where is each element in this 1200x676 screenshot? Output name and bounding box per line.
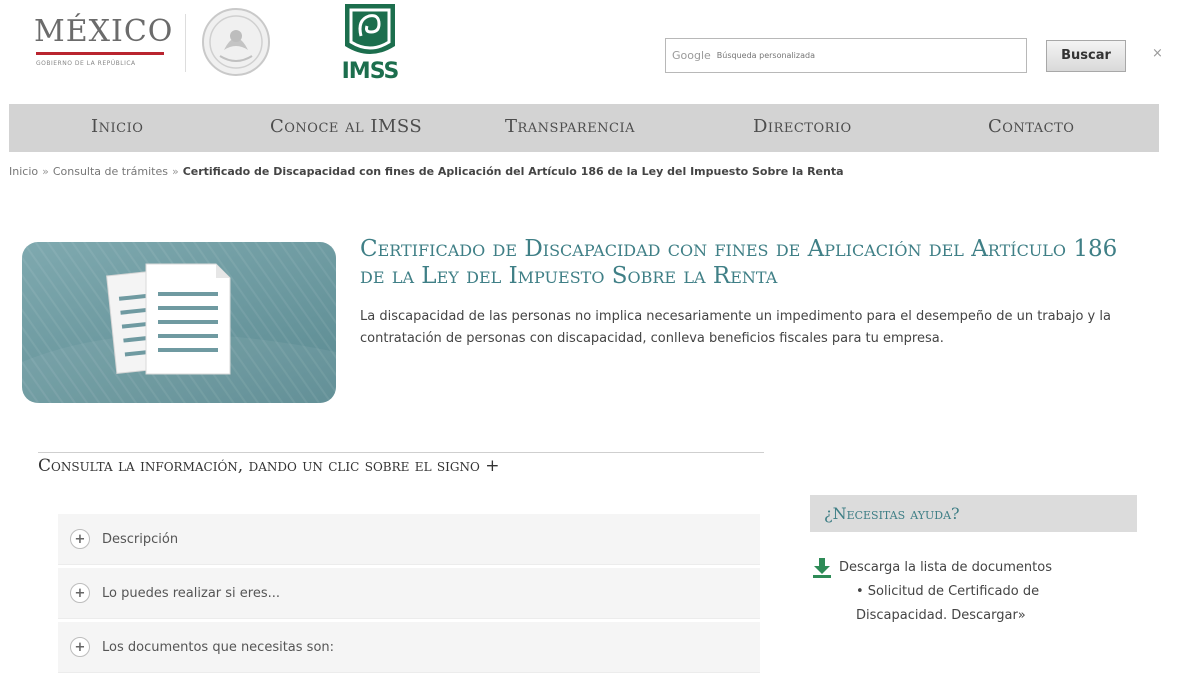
breadcrumb-current: Certificado de Discapacidad con fines de… xyxy=(182,165,844,178)
help-panel: Descarga la lista de documentos • Solici… xyxy=(810,556,1130,628)
accordion-item-lo-puedes[interactable]: + Lo puedes realizar si eres... xyxy=(58,568,760,619)
help-item-solicitud[interactable]: • Solicitud de Certificado de Discapacid… xyxy=(810,580,1130,628)
breadcrumb-separator: » xyxy=(171,165,179,178)
consulta-heading: Consulta la información, dando un clic s… xyxy=(38,456,500,476)
document-icon xyxy=(22,242,336,403)
search-button[interactable]: Buscar xyxy=(1046,40,1126,72)
mexico-wordmark: MÉXICO xyxy=(34,14,174,49)
page-description: La discapacidad de las personas no impli… xyxy=(360,309,1111,346)
breadcrumb-link-consulta[interactable]: Consulta de trámites xyxy=(53,165,168,178)
header-divider xyxy=(185,14,186,72)
hero-image xyxy=(22,242,336,403)
imss-logo[interactable]: IMSS xyxy=(335,2,405,84)
plus-icon[interactable]: + xyxy=(70,583,90,603)
nav-item-conoce[interactable]: Conoce al IMSS xyxy=(270,116,422,137)
page-title: Certificado de Discapacidad con fines de… xyxy=(360,236,1118,289)
nav-item-inicio[interactable]: Inicio xyxy=(91,116,143,137)
accordion-label: Descripción xyxy=(102,531,179,547)
nav-item-contacto[interactable]: Contacto xyxy=(988,116,1074,137)
accordion-label: Los documentos que necesitas son: xyxy=(102,639,335,655)
imss-wordmark: IMSS xyxy=(341,59,400,84)
accordion: + Descripción + Lo puedes realizar si er… xyxy=(58,514,760,676)
download-icon xyxy=(813,558,831,578)
seal-icon xyxy=(202,8,270,76)
nav-item-directorio[interactable]: Directorio xyxy=(753,116,852,137)
mexico-subtitle: GOBIERNO DE LA REPÚBLICA xyxy=(36,60,136,67)
close-icon[interactable]: × xyxy=(1152,46,1163,61)
search-box: Google xyxy=(665,38,1027,73)
plus-icon[interactable]: + xyxy=(70,529,90,549)
accordion-label: Lo puedes realizar si eres... xyxy=(102,585,281,601)
help-heading: ¿Necesitas ayuda? xyxy=(810,495,1137,532)
nav-item-transparencia[interactable]: Transparencia xyxy=(505,116,635,137)
google-label: Google xyxy=(672,49,711,62)
download-label: Descarga la lista de documentos xyxy=(839,560,1052,575)
accordion-item-documentos[interactable]: + Los documentos que necesitas son: xyxy=(58,622,760,673)
imss-logo-icon xyxy=(345,4,395,54)
mexico-red-rule xyxy=(36,52,164,55)
breadcrumb: Inicio» Consulta de trámites» Certificado … xyxy=(9,165,844,178)
download-documents-link[interactable]: Descarga la lista de documentos xyxy=(810,556,1130,580)
breadcrumb-separator: » xyxy=(42,165,49,178)
breadcrumb-link-inicio[interactable]: Inicio xyxy=(9,165,38,178)
plus-icon[interactable]: + xyxy=(70,637,90,657)
section-divider xyxy=(38,452,764,453)
main-nav: Inicio Conoce al IMSS Transparencia Dire… xyxy=(9,104,1159,152)
gobierno-mexico-logo[interactable]: MÉXICO GOBIERNO DE LA REPÚBLICA xyxy=(34,12,172,72)
accordion-item-descripcion[interactable]: + Descripción xyxy=(58,514,760,565)
search-input[interactable] xyxy=(714,50,999,61)
